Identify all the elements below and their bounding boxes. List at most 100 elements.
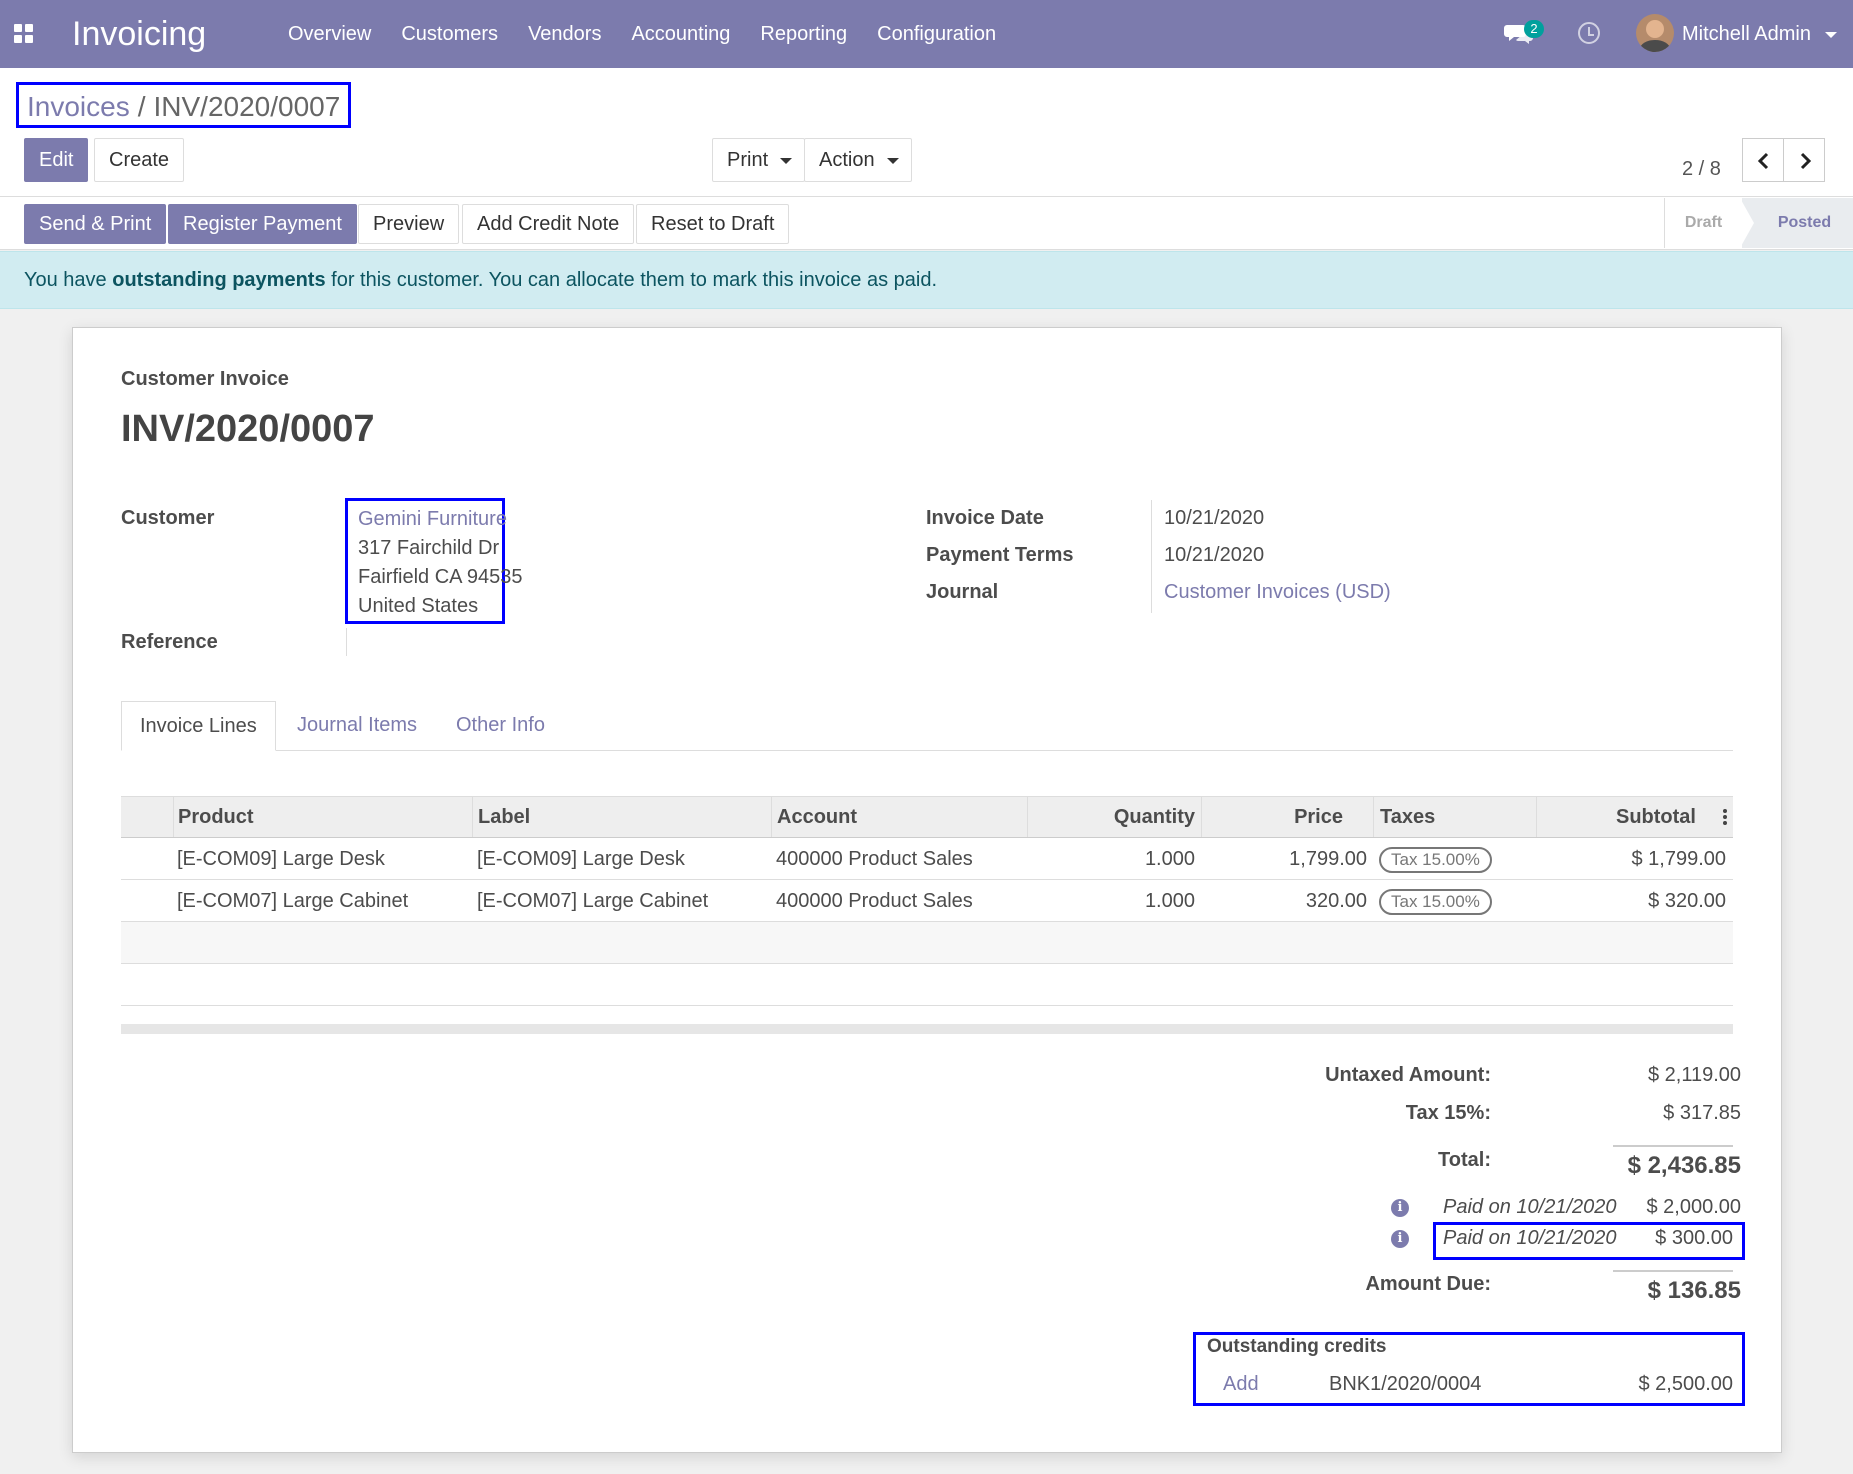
- reference-label: Reference: [121, 631, 218, 653]
- menu-item-overview[interactable]: Overview: [288, 22, 371, 46]
- menu-item-configuration[interactable]: Configuration: [877, 22, 996, 46]
- cell-account: 400000 Product Sales: [776, 848, 973, 870]
- credit-reference: BNK1/2020/0004: [1329, 1373, 1482, 1395]
- column-header-quantity[interactable]: Quantity: [1027, 797, 1195, 837]
- reset-to-draft-button[interactable]: Reset to Draft: [636, 204, 790, 244]
- pager-next-button[interactable]: [1783, 138, 1825, 182]
- tax-badge: Tax 15.00%: [1379, 846, 1492, 873]
- chevron-down-icon: [886, 157, 899, 164]
- column-header-price[interactable]: Price: [1201, 797, 1343, 837]
- payment-info-icon[interactable]: i: [1391, 1230, 1409, 1248]
- column-header-label[interactable]: Label: [478, 797, 530, 837]
- table-header: Product Label Account Quantity Price Tax…: [121, 796, 1733, 838]
- table-row[interactable]: [E-COM09] Large Desk [E-COM09] Large Des…: [121, 838, 1733, 880]
- main-menu: Overview Customers Vendors Accounting Re…: [288, 22, 996, 46]
- journal-label: Journal: [926, 581, 999, 603]
- status-arrow: [1740, 198, 1754, 248]
- avatar[interactable]: [1636, 14, 1674, 52]
- cell-taxes: Tax 15.00%: [1379, 880, 1492, 922]
- breadcrumb-separator: /: [137, 91, 146, 122]
- customer-address-block: Gemini Furniture 317 Fairchild Dr Fairfi…: [345, 498, 523, 624]
- add-credit-link[interactable]: Add: [1223, 1373, 1259, 1396]
- edit-button[interactable]: Edit: [24, 138, 89, 182]
- menu-item-accounting[interactable]: Accounting: [631, 22, 730, 46]
- menu-item-reporting[interactable]: Reporting: [760, 22, 847, 46]
- alert-text-prefix: You have: [24, 269, 113, 291]
- column-header-product[interactable]: Product: [178, 797, 254, 837]
- journal-link[interactable]: Customer Invoices (USD): [1164, 581, 1391, 604]
- tax-value: $ 317.85: [1663, 1102, 1741, 1124]
- user-name: Mitchell Admin: [1682, 23, 1811, 45]
- chevron-down-icon: [780, 157, 793, 164]
- tab-other-info[interactable]: Other Info: [438, 701, 563, 751]
- address-line: 317 Fairchild Dr: [358, 537, 500, 559]
- menu-item-customers[interactable]: Customers: [401, 22, 498, 46]
- total-divider: [1613, 1145, 1733, 1147]
- column-header-taxes[interactable]: Taxes: [1380, 797, 1435, 837]
- optional-columns-icon[interactable]: [1723, 809, 1727, 827]
- tab-journal-items[interactable]: Journal Items: [279, 701, 435, 751]
- payment-info-icon[interactable]: i: [1391, 1199, 1409, 1217]
- status-posted[interactable]: Posted: [1742, 198, 1853, 248]
- outstanding-credits-title: Outstanding credits: [1207, 1336, 1387, 1357]
- alert-text-bold: outstanding payments: [112, 269, 326, 291]
- cell-label: [E-COM09] Large Desk: [477, 848, 685, 870]
- divider: [0, 196, 1853, 197]
- column-divider: [173, 797, 174, 837]
- customer-label: Customer: [121, 507, 215, 529]
- menu-item-vendors[interactable]: Vendors: [528, 22, 601, 46]
- cell-price: 1,799.00: [1289, 848, 1367, 870]
- invoice-number-title: INV/2020/0007: [121, 408, 375, 450]
- table-row[interactable]: [E-COM07] Large Cabinet [E-COM07] Large …: [121, 880, 1733, 922]
- breadcrumb-current: INV/2020/0007: [153, 91, 341, 122]
- empty-row: [121, 922, 1733, 964]
- send-print-button[interactable]: Send & Print: [24, 204, 167, 244]
- register-payment-button[interactable]: Register Payment: [168, 204, 357, 244]
- payment-terms-value: 10/21/2020: [1164, 544, 1265, 566]
- column-divider: [771, 797, 772, 837]
- create-button[interactable]: Create: [94, 138, 185, 182]
- payment-line-amount: $ 2,000.00: [1646, 1196, 1741, 1218]
- alert-text-suffix: for this customer. You can allocate them…: [325, 269, 938, 291]
- notebook-tabs: Invoice Lines Journal Items Other Info: [121, 701, 1733, 751]
- credit-amount: $ 2,500.00: [1638, 1373, 1733, 1395]
- cell-product: [E-COM07] Large Cabinet: [177, 890, 409, 912]
- cell-quantity: 1.000: [1144, 890, 1195, 912]
- top-navbar: Invoicing Overview Customers Vendors Acc…: [0, 0, 1853, 68]
- pager-previous-button[interactable]: [1742, 138, 1784, 182]
- amount-due-label: Amount Due:: [1365, 1273, 1491, 1295]
- pager-value[interactable]: 2 / 8: [1682, 148, 1721, 190]
- cell-subtotal: $ 320.00: [1648, 890, 1726, 912]
- preview-button[interactable]: Preview: [358, 204, 460, 244]
- print-label: Print: [727, 149, 769, 171]
- action-dropdown[interactable]: Action: [804, 138, 912, 182]
- column-header-subtotal[interactable]: Subtotal: [1536, 797, 1696, 837]
- apps-menu-icon[interactable]: [14, 24, 34, 44]
- user-menu[interactable]: Mitchell Admin: [1682, 22, 1837, 46]
- customer-name-link[interactable]: Gemini Furniture: [358, 505, 507, 534]
- add-credit-note-button[interactable]: Add Credit Note: [462, 204, 635, 244]
- cell-account: 400000 Product Sales: [776, 890, 973, 912]
- invoice-date-value: 10/21/2020: [1164, 507, 1265, 529]
- chevron-right-icon: [1800, 152, 1812, 170]
- amount-due-divider: [1613, 1270, 1733, 1272]
- status-draft[interactable]: Draft: [1664, 198, 1742, 248]
- address-line: United States: [358, 595, 479, 617]
- column-header-account[interactable]: Account: [777, 797, 857, 837]
- action-label: Action: [819, 149, 875, 171]
- untaxed-amount-value: $ 2,119.00: [1647, 1064, 1741, 1086]
- chevron-down-icon: [1824, 31, 1837, 38]
- payment-line-amount: $ 300.00: [1655, 1227, 1733, 1249]
- breadcrumb-invoices-link[interactable]: Invoices: [27, 91, 130, 122]
- outstanding-payments-alert: You have outstanding payments for this c…: [0, 251, 1853, 309]
- table-footer: [121, 1024, 1733, 1034]
- tab-invoice-lines[interactable]: Invoice Lines: [121, 701, 276, 751]
- payment-terms-label: Payment Terms: [926, 544, 1074, 566]
- cell-label: [E-COM07] Large Cabinet: [477, 890, 709, 912]
- total-label: Total:: [1438, 1149, 1491, 1171]
- tax-badge: Tax 15.00%: [1379, 888, 1492, 915]
- cell-subtotal: $ 1,799.00: [1631, 848, 1726, 870]
- activity-clock-icon[interactable]: [1578, 22, 1600, 44]
- cell-taxes: Tax 15.00%: [1379, 838, 1492, 880]
- print-dropdown[interactable]: Print: [712, 138, 805, 182]
